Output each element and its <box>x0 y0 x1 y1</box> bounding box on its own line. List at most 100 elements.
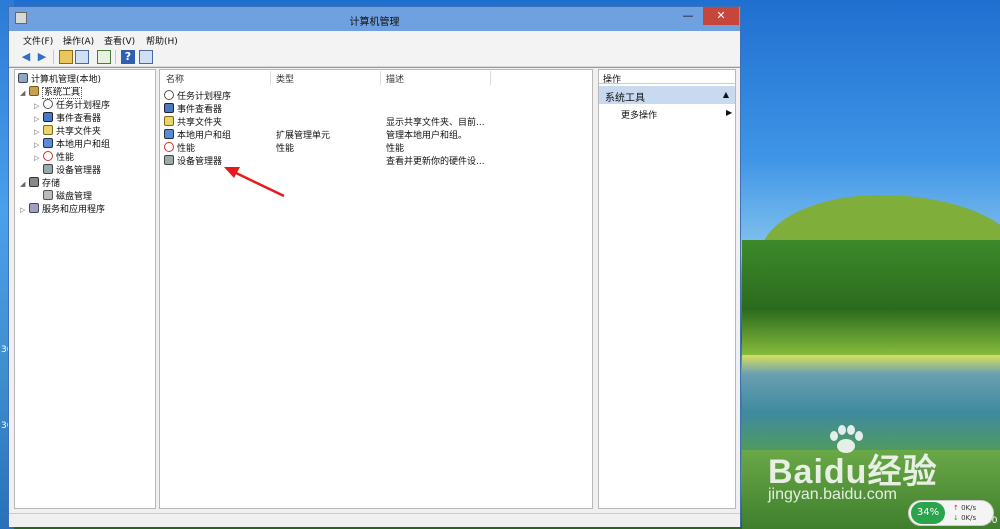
actions-pane: 操作 系统工具 ▲ 更多操作 ▶ <box>598 69 736 509</box>
window-title: 计算机管理 <box>349 17 400 28</box>
tree-label-local-users: 本地用户和组 <box>56 140 111 150</box>
row-description: 查看并更新你的硬件设... <box>386 157 485 167</box>
export-list-icon[interactable] <box>97 50 111 64</box>
computer-icon <box>18 73 28 83</box>
tree-node-device-manager[interactable]: 设备管理器 <box>43 163 101 176</box>
collapse-up-icon[interactable]: ▲ <box>723 90 729 99</box>
menu-action[interactable]: 操作(A) <box>63 34 94 47</box>
tree-label-root: 计算机管理(本地) <box>31 75 102 85</box>
expand-icon[interactable]: ▷ <box>34 141 43 149</box>
list-row-shared-folders[interactable]: 共享文件夹 显示共享文件夹、目前... <box>164 115 590 128</box>
content-area: 计算机管理(本地) ◢ 系统工具 ▷ 任务计划程序 ▷ 事件查看器 ▷ 共享文件夹 ▷ 本… <box>9 68 740 513</box>
row-description: 显示共享文件夹、目前... <box>386 118 485 128</box>
row-name: 任务计划程序 <box>177 92 232 102</box>
menu-bar: 文件(F) 操作(A) 查看(V) 帮助(H) <box>9 31 740 47</box>
users-icon <box>164 129 174 139</box>
column-divider[interactable] <box>380 71 381 85</box>
trees <box>742 240 1000 355</box>
tree-label-shared-folders: 共享文件夹 <box>56 127 102 137</box>
users-icon <box>43 138 53 148</box>
storage-icon <box>29 177 39 187</box>
toolbar-separator <box>115 50 116 64</box>
row-description: 管理本地用户和组。 <box>386 131 468 141</box>
performance-icon <box>43 151 53 161</box>
collapse-icon[interactable]: ◢ <box>20 89 29 97</box>
shared-folder-icon <box>43 125 53 135</box>
tree-node-task-scheduler[interactable]: ▷ 任务计划程序 <box>34 98 110 111</box>
list-row-task-scheduler[interactable]: 任务计划程序 <box>164 89 590 102</box>
back-arrow-icon[interactable]: ◀ <box>19 50 33 64</box>
row-name: 设备管理器 <box>177 157 223 167</box>
row-description: 性能 <box>386 144 405 154</box>
tree-label-performance: 性能 <box>56 153 75 163</box>
tree-node-event-viewer[interactable]: ▷ 事件查看器 <box>34 111 101 124</box>
services-icon <box>29 203 39 213</box>
tree-node-shared-folders[interactable]: ▷ 共享文件夹 <box>34 124 101 137</box>
row-name: 事件查看器 <box>177 105 223 115</box>
menu-file[interactable]: 文件(F) <box>23 34 53 47</box>
show-hide-console-tree-icon[interactable] <box>75 50 89 64</box>
tree-label-event-viewer: 事件查看器 <box>56 114 102 124</box>
actions-section-system-tools[interactable]: 系统工具 ▲ <box>599 86 735 104</box>
toolbar: ◀ ▶ ? <box>9 47 740 67</box>
console-tree: 计算机管理(本地) ◢ 系统工具 ▷ 任务计划程序 ▷ 事件查看器 ▷ 共享文件夹 ▷ 本… <box>14 69 156 509</box>
tree-node-local-users[interactable]: ▷ 本地用户和组 <box>34 137 110 150</box>
menu-help[interactable]: 帮助(H) <box>146 34 178 47</box>
actions-header: 操作 <box>599 70 735 85</box>
tree-node-services[interactable]: ▷ 服务和应用程序 <box>20 202 105 215</box>
menu-view[interactable]: 查看(V) <box>104 34 135 47</box>
show-hide-action-pane-icon[interactable] <box>139 50 153 64</box>
minimize-button[interactable]: — <box>676 7 700 25</box>
computer-management-window: 计算机管理 — ✕ 文件(F) 操作(A) 查看(V) 帮助(H) ◀ ▶ ? … <box>8 6 741 527</box>
expand-icon[interactable]: ▷ <box>34 128 43 136</box>
event-viewer-icon <box>164 103 174 113</box>
more-actions-link[interactable]: 更多操作 <box>621 108 657 121</box>
tree-node-disk-management[interactable]: 磁盘管理 <box>43 189 92 202</box>
status-bar <box>9 513 740 527</box>
tree-node-root[interactable]: 计算机管理(本地) <box>18 72 101 85</box>
performance-icon <box>164 142 174 152</box>
network-usage-circle: 34% <box>911 502 945 524</box>
actions-section-label: 系统工具 <box>605 93 645 104</box>
tree-label-storage: 存储 <box>42 179 61 189</box>
details-list: 名称 类型 描述 任务计划程序 事件查看器 共享文件夹 显示共享文件夹、目前..… <box>159 69 593 509</box>
expand-icon[interactable]: ▷ <box>34 115 43 123</box>
list-row-local-users[interactable]: 本地用户和组 扩展管理单元 管理本地用户和组。 <box>164 128 590 141</box>
column-divider[interactable] <box>490 71 491 85</box>
tree-label-services: 服务和应用程序 <box>42 205 106 215</box>
tree-label-device-manager: 设备管理器 <box>56 166 102 176</box>
up-folder-icon[interactable] <box>59 50 73 64</box>
network-speed-widget[interactable]: 34% 0K/s 0K/s <box>908 500 994 526</box>
row-type: 扩展管理单元 <box>276 131 331 141</box>
tree-node-performance[interactable]: ▷ 性能 <box>34 150 74 163</box>
tree-label-disk-management: 磁盘管理 <box>56 192 93 202</box>
shared-folder-icon <box>164 116 174 126</box>
tools-icon <box>29 86 39 96</box>
download-speed: 0K/s <box>953 514 976 522</box>
lake <box>742 355 1000 450</box>
toolbar-separator <box>53 50 54 64</box>
expand-icon[interactable]: ▷ <box>34 102 43 110</box>
list-row-event-viewer[interactable]: 事件查看器 <box>164 102 590 115</box>
expand-icon[interactable]: ▷ <box>20 206 29 214</box>
baidu-watermark-url: jingyan.baidu.com <box>768 486 897 503</box>
close-button[interactable]: ✕ <box>703 7 739 25</box>
event-viewer-icon <box>43 112 53 122</box>
list-row-device-manager[interactable]: 设备管理器 查看并更新你的硬件设... <box>164 154 590 167</box>
tree-node-system-tools[interactable]: ◢ 系统工具 <box>20 85 83 99</box>
expand-icon[interactable]: ▷ <box>34 154 43 162</box>
column-header-type[interactable]: 类型 <box>276 72 294 85</box>
tree-node-storage[interactable]: ◢ 存储 <box>20 176 60 189</box>
row-type: 性能 <box>276 144 295 154</box>
collapse-icon[interactable]: ◢ <box>20 180 29 188</box>
column-header-name[interactable]: 名称 <box>166 72 184 85</box>
forward-arrow-icon[interactable]: ▶ <box>35 50 49 64</box>
submenu-arrow-icon[interactable]: ▶ <box>726 108 732 117</box>
column-divider[interactable] <box>270 71 271 85</box>
column-header-description[interactable]: 描述 <box>386 72 404 85</box>
title-bar[interactable]: 计算机管理 — ✕ <box>9 7 740 31</box>
help-icon[interactable]: ? <box>121 50 135 64</box>
clock-icon <box>43 99 53 109</box>
list-row-performance[interactable]: 性能 性能 性能 <box>164 141 590 154</box>
device-manager-icon <box>43 164 53 174</box>
